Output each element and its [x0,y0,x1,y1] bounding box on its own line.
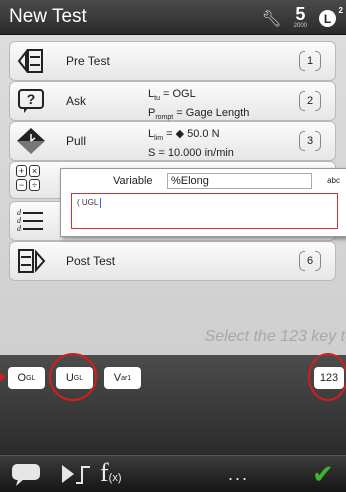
key-var1[interactable]: Var1 [104,367,141,389]
function-f: f [100,458,109,487]
highlight-circle-123 [308,353,346,401]
expression-field[interactable]: ( UGL [71,193,338,229]
detail-value: = Gage Length [173,107,250,120]
pre-test-icon [17,49,43,73]
clock-sub: 2000 [293,23,307,29]
step-pre-test[interactable]: Pre Test 1 [9,41,336,81]
clock-status: 5 2000 [293,4,307,31]
step-post-test[interactable]: Post Test 6 [9,241,336,281]
step-label: Ask [66,94,87,108]
highlight-circle-ugl [49,353,97,401]
step-ask[interactable]: ? Ask Ltu = OGL Prompt = Gage Length 2 [9,81,336,121]
step-label: Pull [66,134,87,148]
expression-text: ( UGL [77,198,99,208]
detail-speed: S = 10.000 in/min [148,147,234,160]
variable-label: Variable [113,175,153,187]
step-number: 3 [299,131,321,151]
page-title: New Test [9,6,87,27]
step-label: Pre Test [66,54,110,68]
badge-letter: L [323,11,332,26]
clock-main: 5 [295,4,306,24]
calculator-icon: + × − ÷ [16,165,40,191]
svg-text:?: ? [27,91,36,107]
instruction-hint: Select the 123 key to [204,328,346,345]
key-sub: GL [26,374,36,382]
variable-popup: Variable %Elong abc ( UGL [60,168,346,237]
badge-superscript: 2 [338,6,343,15]
title-bar: New Test 🔧︎ 5 2000 L 2 [0,0,346,35]
key-main: O [17,372,27,384]
limit-badge[interactable]: L 2 [319,6,343,27]
step-function-icon[interactable] [60,461,94,487]
detail-value: = OGL [159,88,196,100]
more-button[interactable]: ... [228,464,249,490]
pull-icon [17,128,45,154]
key-sub: ar1 [121,374,132,382]
question-icon: ? [18,89,44,113]
step-detail: Ltu = OGL Prompt = Gage Length [148,87,249,125]
function-x: (x) [108,472,122,484]
confirm-check-icon[interactable]: ✔ [312,459,334,489]
status-icons: 🔧︎ 5 2000 L 2 [261,4,343,31]
pointer-arrow [0,373,6,381]
svg-text:d: d [17,224,22,233]
detail-subscript: lim [154,135,164,143]
list-icon: d d d [17,208,43,233]
key-ogl[interactable]: O GL [8,367,45,389]
detail-value: = ◆ 50.0 N [163,128,220,140]
abc-keyboard-toggle[interactable]: abc [327,176,340,185]
step-pull[interactable]: Pull Llim = ◆ 50.0 N S = 10.000 in/min 3 [9,121,336,161]
function-button[interactable]: f(x) [100,458,122,487]
step-number: 6 [299,251,321,271]
wrench-icon[interactable]: 🔧︎ [261,9,281,29]
key-main: V [113,372,122,384]
comment-icon[interactable] [10,461,44,487]
bottom-toolbar: f(x) ... ✔ [0,455,346,492]
post-test-icon [18,249,46,273]
variable-name-field[interactable]: %Elong [167,173,312,189]
step-number: 1 [299,51,321,71]
step-label: Post Test [66,254,116,268]
step-number: 2 [299,91,321,111]
text-cursor [100,198,102,208]
step-detail: Llim = ◆ 50.0 N S = 10.000 in/min [148,127,234,160]
